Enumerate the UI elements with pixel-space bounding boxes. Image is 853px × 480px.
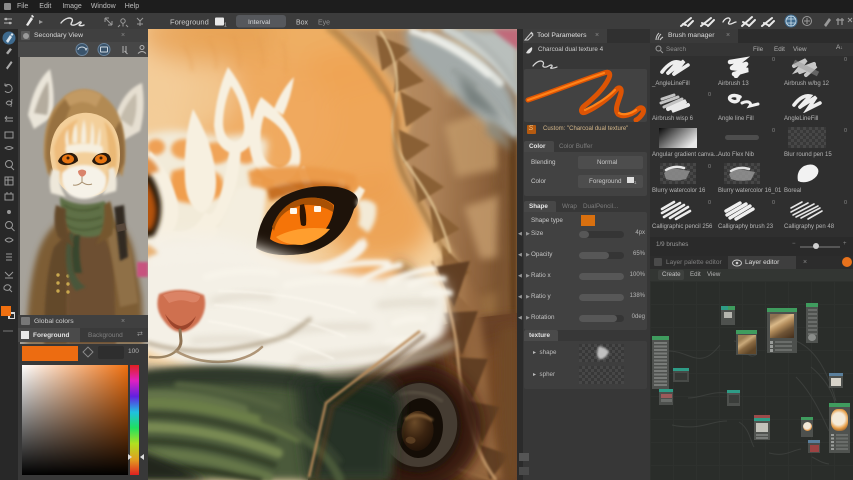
svg-text:Box: Box [296, 20, 309, 27]
svg-text:1: 1 [224, 23, 227, 29]
svg-text:Interval: Interval [248, 19, 271, 26]
svg-text:Foreground: Foreground [170, 18, 209, 27]
svg-text:Eye: Eye [318, 20, 330, 27]
